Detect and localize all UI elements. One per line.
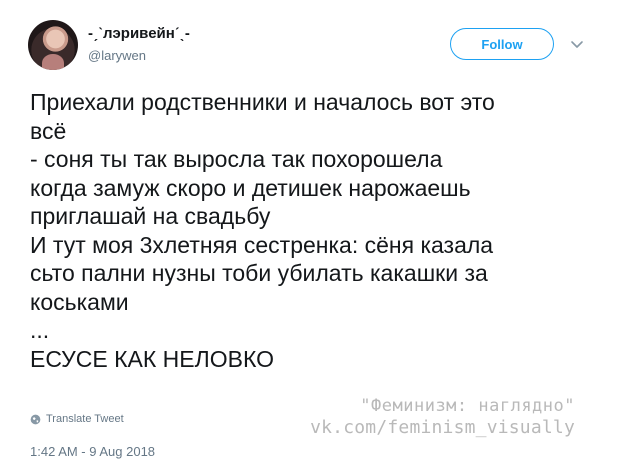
tweet-card: -ˏˋлэривейнˊˎ- @larywen Follow Приехали … (0, 0, 621, 465)
translate-tweet-link[interactable]: Translate Tweet (30, 413, 124, 425)
chevron-down-icon[interactable] (569, 36, 585, 52)
watermark-url: vk.com/feminism_visually (310, 417, 575, 438)
follow-button[interactable]: Follow (450, 28, 554, 60)
tweet-text-line: когда замуж скоро и детишек нарожаешь (30, 174, 471, 201)
tweet-text-line: приглашай на свадьбу (30, 203, 271, 229)
watermark-title: "Феминизм: наглядно" (360, 396, 575, 416)
tweet-text-line: всё (30, 117, 67, 144)
tweet-text-line: Приехали родственники и началось вот это (30, 89, 495, 115)
tweet-text-line: сьто пални нузны тоби убилать какашки за (30, 260, 488, 286)
tweet-text-line: коськами (30, 288, 129, 315)
tweet-text: Приехали родственники и началось вот это… (30, 88, 600, 373)
tweet-text-line: И тут моя 3хлетняя сестренка: сёня казал… (30, 231, 494, 258)
tweet-timestamp[interactable]: 1:42 AM - 9 Aug 2018 (30, 444, 155, 459)
author-display-name[interactable]: -ˏˋлэривейнˊˎ- (88, 25, 190, 42)
watermark: "Феминизм: наглядно" vk.com/feminism_vis… (310, 395, 575, 439)
tweet-text-line: ... (30, 317, 50, 343)
author-handle[interactable]: @larywen (88, 48, 146, 63)
avatar[interactable] (28, 20, 78, 70)
tweet-text-line: ЕСУСЕ КАК НЕЛОВКО (30, 345, 274, 372)
globe-icon (30, 414, 41, 424)
tweet-text-line: - соня ты так выросла так похорошела (30, 146, 443, 172)
translate-tweet-label[interactable]: Translate Tweet (46, 413, 124, 425)
